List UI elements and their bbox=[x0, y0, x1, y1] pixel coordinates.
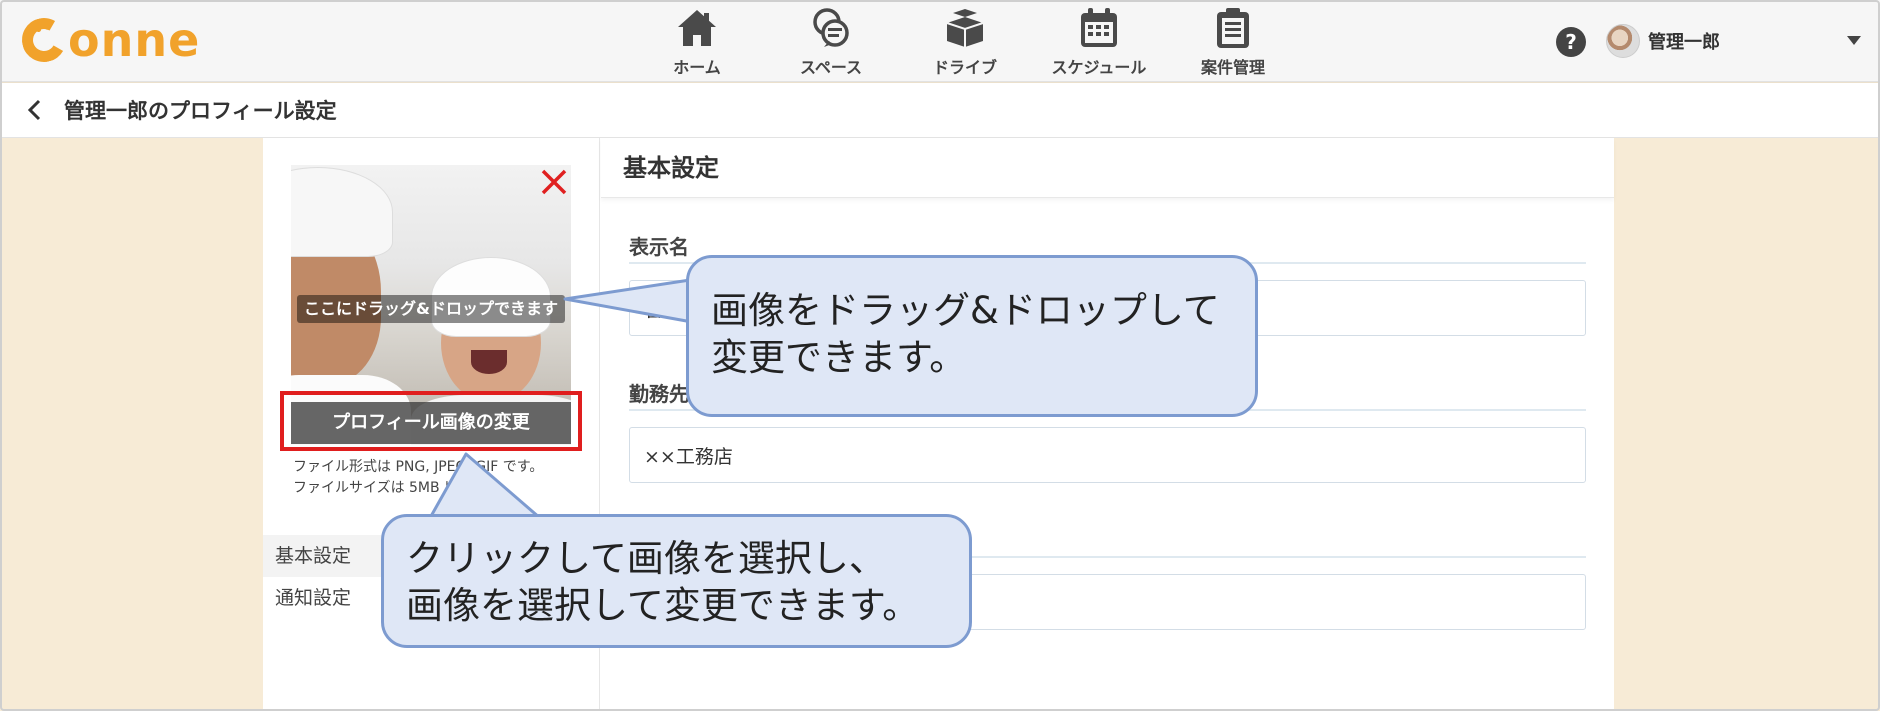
user-name: 管理一郎 bbox=[1648, 32, 1720, 53]
callout-line: 変更できます。 bbox=[711, 336, 967, 379]
nav-label: 案件管理 bbox=[1200, 58, 1265, 77]
file-format-note: ファイル形式は PNG, JPEG, GIF です。 ファイルサイズは 5MB … bbox=[293, 457, 543, 499]
box-drive-icon bbox=[943, 6, 987, 50]
top-bar: onne ホーム スペース ドライブ スケジュール 案件管理 ? 管理一郎 bbox=[0, 0, 1880, 82]
nav-item-schedule[interactable]: スケジュール bbox=[1032, 6, 1166, 80]
callout-line: クリックして画像を選択し、 bbox=[406, 537, 886, 580]
company-input[interactable] bbox=[629, 427, 1586, 483]
drop-zone-hint[interactable]: ここにドラッグ&ドロップできます bbox=[297, 295, 565, 323]
close-icon[interactable] bbox=[539, 167, 569, 197]
home-icon bbox=[675, 6, 719, 50]
main-nav: ホーム スペース ドライブ スケジュール 案件管理 bbox=[630, 6, 1300, 80]
conne-logo[interactable]: onne bbox=[17, 13, 201, 67]
nav-item-drive[interactable]: ドライブ bbox=[898, 6, 1032, 80]
nav-label: スケジュール bbox=[1051, 58, 1147, 77]
nav-label: ドライブ bbox=[932, 58, 997, 77]
clipboard-icon bbox=[1211, 6, 1255, 50]
click-select-callout: クリックして画像を選択し、 画像を選択して変更できます。 bbox=[381, 514, 972, 648]
photo-mouth bbox=[471, 350, 507, 374]
callout-line: 画像をドラッグ&ドロップして bbox=[711, 289, 1220, 332]
drag-drop-callout: 画像をドラッグ&ドロップして 変更できます。 bbox=[686, 255, 1258, 417]
page-title: 管理一郎のプロフィール設定 bbox=[64, 99, 337, 123]
section-title: 基本設定 bbox=[601, 138, 1614, 198]
calendar-icon bbox=[1077, 6, 1121, 50]
file-size-note-line: ファイルサイズは 5MB 以下です。 bbox=[293, 480, 513, 496]
help-icon[interactable]: ? bbox=[1556, 27, 1586, 57]
page-header: 管理一郎のプロフィール設定 bbox=[0, 83, 1880, 138]
logo-text: onne bbox=[68, 13, 201, 67]
avatar bbox=[1606, 24, 1640, 58]
user-menu[interactable]: 管理一郎 bbox=[1606, 24, 1720, 58]
nav-item-home[interactable]: ホーム bbox=[630, 6, 764, 80]
nav-item-space[interactable]: スペース bbox=[764, 6, 898, 80]
nav-item-projects[interactable]: 案件管理 bbox=[1166, 6, 1300, 80]
back-arrow-icon[interactable] bbox=[22, 98, 46, 122]
logo-c-mark bbox=[17, 13, 71, 67]
callout-line: 画像を選択して変更できます。 bbox=[406, 584, 920, 627]
photo-helmet bbox=[291, 167, 393, 257]
highlight-box bbox=[280, 391, 582, 451]
chevron-down-icon[interactable] bbox=[1847, 36, 1861, 45]
file-format-note-line: ファイル形式は PNG, JPEG, GIF です。 bbox=[293, 459, 544, 475]
chat-space-icon bbox=[809, 6, 853, 50]
nav-label: ホーム bbox=[673, 58, 721, 77]
nav-label: スペース bbox=[799, 58, 863, 77]
